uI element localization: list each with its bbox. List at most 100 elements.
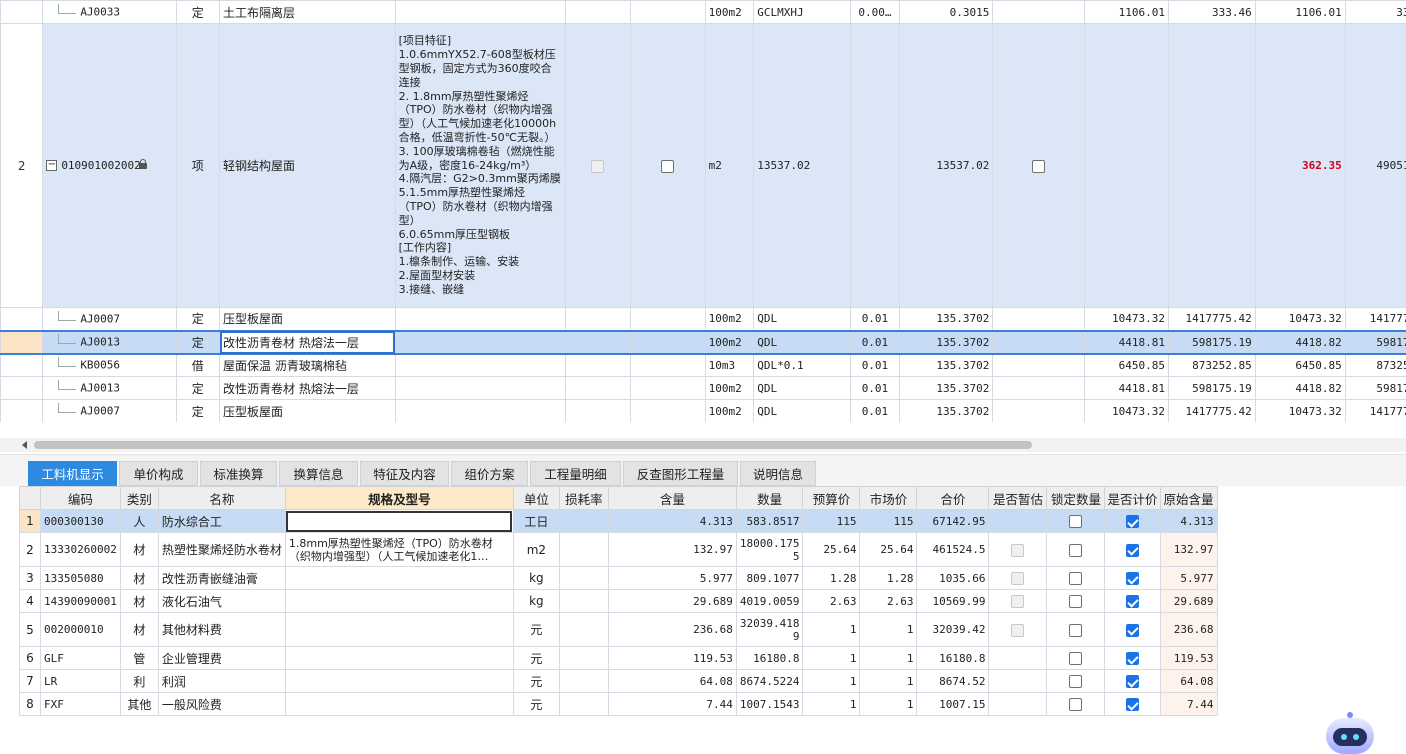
- res-budget-price[interactable]: 1: [803, 670, 860, 693]
- res-spec[interactable]: 1.8mm厚热塑性聚烯烃（TPO）防水卷材（织物内增强型）（人工气候加速老化1…: [285, 533, 513, 567]
- res-loss[interactable]: [559, 590, 608, 613]
- item-expr[interactable]: QDL: [754, 308, 850, 331]
- res-spec-editor[interactable]: [285, 510, 513, 533]
- tab-unit-price[interactable]: 单价构成: [119, 461, 198, 486]
- item-qty[interactable]: 135.3702: [900, 400, 993, 423]
- priced-checkbox[interactable]: [1126, 675, 1139, 688]
- res-content[interactable]: 132.97: [608, 533, 736, 567]
- res-qty[interactable]: 18000.1755: [736, 533, 803, 567]
- tab-conversion-info[interactable]: 换算信息: [279, 461, 358, 486]
- res-content[interactable]: 29.689: [608, 590, 736, 613]
- res-spec[interactable]: [285, 693, 513, 716]
- table-row[interactable]: 8 FXF 其他 一般风险费 元 7.44 1007.1543 1 1 1007…: [20, 693, 1218, 716]
- res-unit[interactable]: 元: [513, 693, 559, 716]
- item-name[interactable]: 土工布隔离层: [220, 1, 396, 24]
- res-unit[interactable]: 工日: [513, 510, 559, 533]
- col-header[interactable]: 原始含量: [1160, 487, 1217, 510]
- res-qty[interactable]: 32039.4189: [736, 613, 803, 647]
- priced-checkbox[interactable]: [1126, 572, 1139, 585]
- res-category[interactable]: 人: [120, 510, 158, 533]
- tab-features[interactable]: 特征及内容: [360, 461, 449, 486]
- res-name[interactable]: 一般风险费: [158, 693, 285, 716]
- table-row[interactable]: KB0056 借 屋面保温 沥青玻璃棉毡 10m3 QDL*0.1 0.01 1…: [1, 354, 1406, 377]
- res-market-price[interactable]: 1: [860, 613, 917, 647]
- table-row[interactable]: AJ0007 定 压型板屋面 100m2 QDL 0.01 135.3702 1…: [1, 400, 1406, 423]
- res-category[interactable]: 材: [120, 590, 158, 613]
- item-coef[interactable]: 0.01: [850, 308, 900, 331]
- item-coef[interactable]: 0.01: [850, 377, 900, 400]
- item-desc[interactable]: [395, 1, 565, 24]
- col-header[interactable]: 名称: [158, 487, 285, 510]
- res-qty[interactable]: 583.8517: [736, 510, 803, 533]
- item-name-editor[interactable]: 改性沥青卷材 热熔法一层: [220, 331, 396, 354]
- res-spec[interactable]: [285, 647, 513, 670]
- res-code[interactable]: 000300130: [41, 510, 121, 533]
- item-name[interactable]: 轻钢结构屋面: [220, 24, 396, 308]
- res-qty[interactable]: 16180.8: [736, 647, 803, 670]
- item-qty[interactable]: 0.3015: [900, 1, 993, 24]
- res-code[interactable]: FXF: [41, 693, 121, 716]
- col-header[interactable]: 损耗率: [559, 487, 608, 510]
- item-desc[interactable]: [项目特征] 1.0.6mmYX52.7-608型板材压型钢板，固定方式为360…: [395, 24, 565, 308]
- res-content[interactable]: 119.53: [608, 647, 736, 670]
- item-coef[interactable]: 0.01: [850, 400, 900, 423]
- priced-checkbox[interactable]: [1126, 515, 1139, 528]
- res-content[interactable]: 236.68: [608, 613, 736, 647]
- res-category[interactable]: 管: [120, 647, 158, 670]
- res-unit[interactable]: 元: [513, 647, 559, 670]
- res-budget-price[interactable]: 2.63: [803, 590, 860, 613]
- res-spec[interactable]: [285, 590, 513, 613]
- item-qty[interactable]: 135.3702: [900, 354, 993, 377]
- item-qty[interactable]: 135.3702: [900, 377, 993, 400]
- table-row[interactable]: AJ0013 定 改性沥青卷材 热熔法一层 100m2 QDL 0.01 135…: [1, 377, 1406, 400]
- res-market-price[interactable]: 1: [860, 693, 917, 716]
- table-row[interactable]: 2 13330260002 材 热塑性聚烯烃防水卷材 1.8mm厚热塑性聚烯烃（…: [20, 533, 1218, 567]
- item-name[interactable]: 屋面保温 沥青玻璃棉毡: [220, 354, 396, 377]
- col-header[interactable]: 市场价: [860, 487, 917, 510]
- res-loss[interactable]: [559, 510, 608, 533]
- res-qty[interactable]: 809.1077: [736, 567, 803, 590]
- col-header[interactable]: 单位: [513, 487, 559, 510]
- table-row[interactable]: AJ0033 定 土工布隔离层 100m2 GCLMXHJ 0.00… 0.30…: [1, 1, 1406, 24]
- res-code[interactable]: 14390090001: [41, 590, 121, 613]
- res-code[interactable]: 133505080: [41, 567, 121, 590]
- res-name[interactable]: 防水综合工: [158, 510, 285, 533]
- res-qty[interactable]: 1007.1543: [736, 693, 803, 716]
- col-header[interactable]: 编码: [41, 487, 121, 510]
- tab-quantity-detail[interactable]: 工程量明细: [530, 461, 621, 486]
- priced-checkbox[interactable]: [1126, 595, 1139, 608]
- col-header[interactable]: 数量: [736, 487, 803, 510]
- res-qty[interactable]: 8674.5224: [736, 670, 803, 693]
- res-market-price[interactable]: 25.64: [860, 533, 917, 567]
- table-row[interactable]: 4 14390090001 材 液化石油气 kg 29.689 4019.005…: [20, 590, 1218, 613]
- res-market-price[interactable]: 1: [860, 670, 917, 693]
- res-category[interactable]: 材: [120, 533, 158, 567]
- res-content[interactable]: 4.313: [608, 510, 736, 533]
- table-row[interactable]: 6 GLF 管 企业管理费 元 119.53 16180.8 1 1 16180…: [20, 647, 1218, 670]
- table-row[interactable]: AJ0007 定 压型板屋面 100m2 QDL 0.01 135.3702 1…: [1, 308, 1406, 331]
- item-name[interactable]: 改性沥青卷材 热熔法一层: [220, 377, 396, 400]
- res-loss[interactable]: [559, 693, 608, 716]
- res-category[interactable]: 材: [120, 567, 158, 590]
- robot-assistant-icon[interactable]: [1322, 712, 1378, 752]
- lock-qty-checkbox[interactable]: [1069, 515, 1082, 528]
- tab-pricing-plan[interactable]: 组价方案: [451, 461, 528, 486]
- res-unit[interactable]: kg: [513, 590, 559, 613]
- lock-qty-checkbox[interactable]: [1069, 652, 1082, 665]
- priced-checkbox[interactable]: [1126, 652, 1139, 665]
- res-content[interactable]: 5.977: [608, 567, 736, 590]
- res-category[interactable]: 材: [120, 613, 158, 647]
- res-budget-price[interactable]: 1.28: [803, 567, 860, 590]
- res-content[interactable]: 64.08: [608, 670, 736, 693]
- res-category[interactable]: 利: [120, 670, 158, 693]
- lock-qty-checkbox[interactable]: [1069, 675, 1082, 688]
- res-content[interactable]: 7.44: [608, 693, 736, 716]
- res-qty[interactable]: 4019.0059: [736, 590, 803, 613]
- res-unit[interactable]: kg: [513, 567, 559, 590]
- col-header-spec[interactable]: 规格及型号: [285, 487, 513, 510]
- col-header[interactable]: 类别: [120, 487, 158, 510]
- col-header[interactable]: 是否暂估: [989, 487, 1047, 510]
- table-row[interactable]: 7 LR 利 利润 元 64.08 8674.5224 1 1 8674.52 …: [20, 670, 1218, 693]
- res-spec[interactable]: [285, 670, 513, 693]
- item-coef[interactable]: 0.01: [850, 331, 900, 354]
